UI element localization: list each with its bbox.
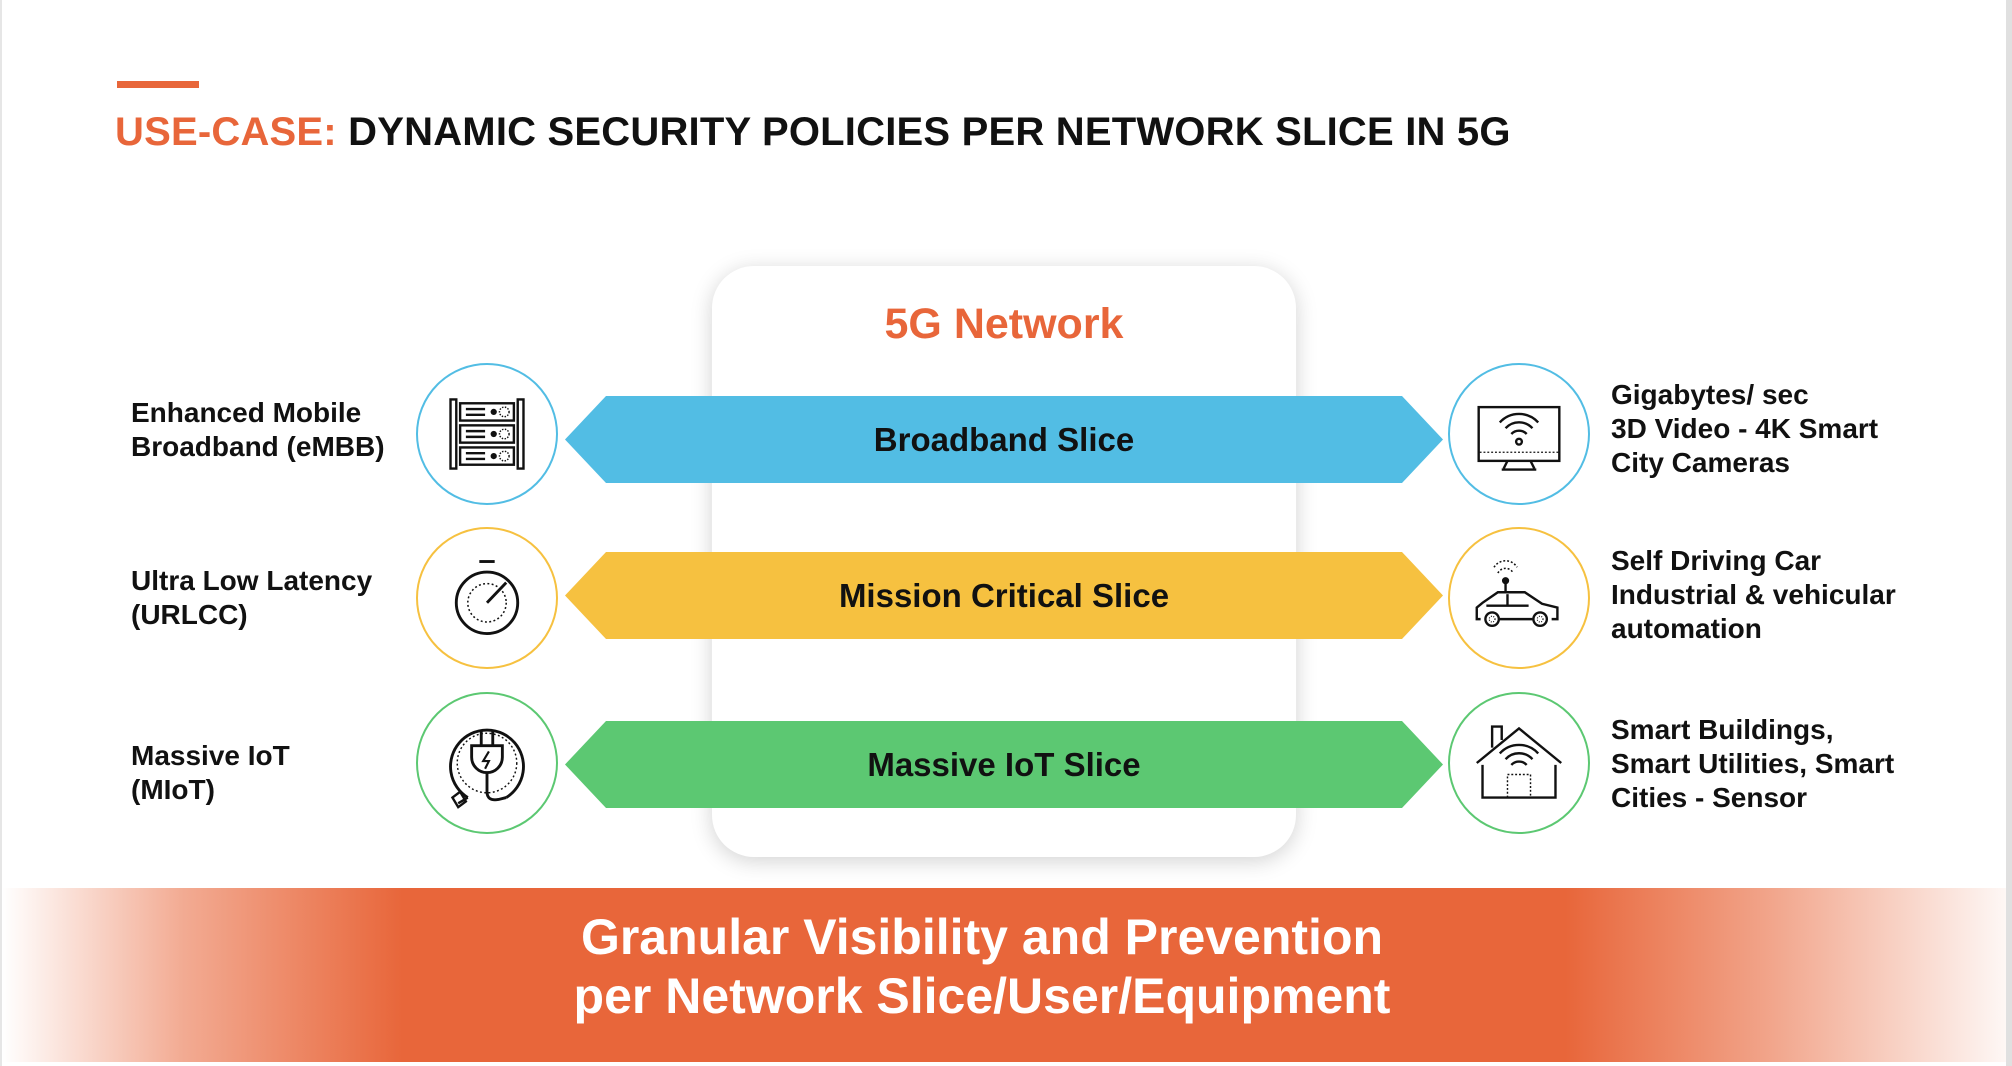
embb-description: Enhanced Mobile Broadband (eMBB) [131,397,385,462]
smart-tv-wifi-icon [1477,405,1561,471]
title-prefix: USE-CASE: [115,110,337,154]
title-accent-bar [117,81,199,88]
network-title: 5G Network [884,300,1124,348]
building-icon-circle [1448,692,1590,834]
broadband-slice-label: Broadband Slice [873,420,1135,458]
urllc-icon-circle [416,527,558,669]
title-text: DYNAMIC SECURITY POLICIES PER NETWORK SL… [348,110,1511,154]
mission-critical-slice-label: Mission Critical Slice [838,576,1170,614]
stopwatch-icon [454,560,520,635]
miot-icon-circle [416,692,558,834]
massive-iot-slice-arrow: Massive IoT Slice [565,721,1443,808]
banner-text: Granular Visibility and Prevention per N… [2,908,1962,1026]
embb-use-cases: Gigabytes/ sec 3D Video - 4K Smart City … [1611,379,1879,478]
miot-use-cases: Smart Buildings, Smart Utilities, Smart … [1611,714,1895,813]
embb-icon-circle [416,363,558,505]
banner-line-2: per Network Slice/User/Equipment [573,968,1391,1024]
connected-car-icon [1475,559,1559,628]
video-icon-circle [1448,363,1590,505]
power-plug-icon [449,728,525,809]
summary-banner: Granular Visibility and Prevention per N… [2,888,2006,1062]
mission-critical-slice-arrow: Mission Critical Slice [565,552,1443,639]
server-rack-icon [449,398,525,470]
smart-house-icon [1476,725,1562,799]
urllc-use-cases: Self Driving Car Industrial & vehicular … [1611,545,1896,644]
miot-description: Massive IoT (MIoT) [131,740,290,805]
massive-iot-slice-label: Massive IoT Slice [867,745,1141,783]
urllc-description: Ultra Low Latency (URLCC) [131,565,373,630]
broadband-slice-arrow: Broadband Slice [565,396,1443,483]
banner-line-1: Granular Visibility and Prevention [580,909,1384,965]
car-icon-circle [1448,527,1590,669]
page-title: USE-CASE: DYNAMIC SECURITY POLICIES PER … [115,110,1511,155]
